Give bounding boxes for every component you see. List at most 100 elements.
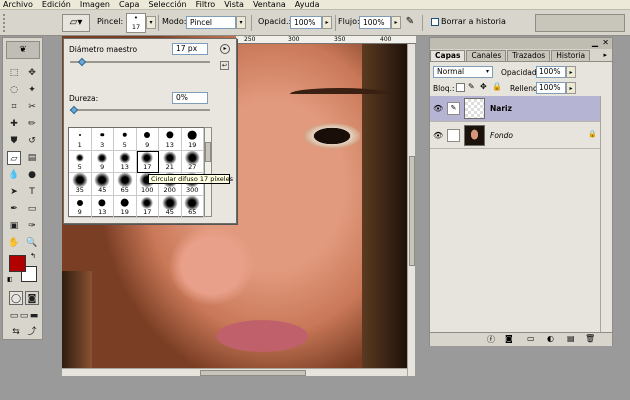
diameter-slider-knob[interactable] [77, 57, 87, 67]
lock-transparency-icon[interactable] [456, 83, 465, 92]
brush-grid-scroll-thumb[interactable] [205, 142, 211, 162]
brush-preview-button[interactable]: • 17 [126, 13, 146, 33]
lasso-icon[interactable]: ◌ [7, 83, 21, 97]
pen-icon[interactable]: ✒ [7, 202, 21, 216]
brush-preset[interactable]: 5 [114, 128, 137, 151]
add-mask-icon[interactable]: ◙ [505, 334, 513, 343]
menu-item[interactable]: Edición [42, 0, 71, 9]
brush-preset[interactable]: 21 [159, 150, 182, 173]
lock-image-icon[interactable]: ✎ [468, 82, 475, 91]
visibility-eye-icon[interactable]: 👁 [433, 104, 443, 113]
hardness-slider[interactable] [69, 105, 210, 115]
foreground-color-swatch[interactable] [9, 255, 26, 272]
opacity-arrow[interactable]: ▸ [322, 16, 332, 29]
brush-preset[interactable]: 13 [159, 128, 182, 151]
adobe-feather-icon[interactable]: ❦ [6, 41, 40, 59]
menu-item[interactable]: Vista [224, 0, 244, 9]
layers-scrollbar[interactable] [600, 96, 610, 332]
visibility-eye-icon[interactable]: 👁 [433, 131, 443, 140]
healing-brush-icon[interactable]: ✚ [7, 117, 21, 131]
swap-colors-icon[interactable]: ↰ [30, 252, 36, 260]
layer-row-nariz[interactable]: 👁 ✎ Nariz [430, 96, 600, 122]
standard-mode-icon[interactable]: ◯ [9, 291, 23, 305]
popup-menu-arrow-icon[interactable]: ▸ [220, 44, 230, 54]
tab-history[interactable]: Historia [551, 50, 591, 61]
layer-opacity-input[interactable]: 100% [536, 66, 566, 78]
path-selection-icon[interactable]: ➤ [7, 185, 21, 199]
new-layer-icon[interactable]: ▤ [567, 334, 575, 343]
panel-menu-arrow-icon[interactable]: ▸ [603, 51, 607, 59]
mode-dropdown-arrow[interactable]: ▾ [236, 16, 246, 29]
blur-icon[interactable]: 💧 [7, 168, 21, 182]
brush-preset[interactable]: 3 [91, 128, 114, 151]
mode-select[interactable]: Pincel [186, 16, 236, 29]
diameter-slider[interactable] [70, 57, 210, 67]
menu-item[interactable]: Archivo [3, 0, 33, 9]
fill-input[interactable]: 100% [536, 82, 566, 94]
brush-preset[interactable]: 9 [91, 150, 114, 173]
layer-link-box[interactable] [447, 129, 460, 142]
layer-style-icon[interactable]: ⓕ [487, 334, 495, 345]
brush-preset[interactable]: 13 [91, 195, 114, 218]
hand-icon[interactable]: ✋ [7, 236, 21, 250]
flow-arrow[interactable]: ▸ [391, 16, 401, 29]
tab-layers[interactable]: Capas [430, 50, 466, 61]
opacity-input[interactable]: 100% [290, 16, 322, 29]
brush-preset[interactable]: 65 [114, 172, 137, 196]
history-brush-icon[interactable]: ↺ [25, 134, 39, 148]
brush-preset[interactable]: 5 [69, 150, 92, 173]
minimize-icon[interactable]: ▁ [592, 38, 598, 47]
move-icon[interactable]: ✥ [25, 66, 39, 80]
master-diameter-input[interactable]: 17 px [172, 43, 208, 55]
airbrush-icon[interactable]: ✎ [404, 15, 416, 29]
horizontal-scrollbar[interactable] [62, 368, 407, 376]
trash-icon[interactable]: 🗑 [585, 334, 595, 343]
magic-wand-icon[interactable]: ✦ [25, 83, 39, 97]
brush-preset[interactable]: 65 [181, 195, 204, 218]
erase-history-checkbox[interactable] [431, 18, 439, 26]
layer-brush-indicator-icon[interactable]: ✎ [447, 102, 460, 115]
palette-well[interactable] [535, 14, 625, 32]
menu-item[interactable]: Ayuda [295, 0, 320, 9]
brush-preset[interactable]: 17 [136, 150, 159, 173]
fill-arrow[interactable]: ▸ [566, 82, 576, 94]
hardness-input[interactable]: 0% [172, 92, 208, 104]
menu-item[interactable]: Imagen [80, 0, 110, 9]
clone-stamp-icon[interactable]: ⛊ [7, 134, 21, 148]
brush-dropdown-arrow[interactable]: ▾ [146, 16, 156, 29]
blend-mode-arrow-icon[interactable]: ▾ [483, 67, 492, 77]
layer-row-fondo[interactable]: 👁 Fondo 🔒 [430, 123, 600, 149]
lock-position-icon[interactable]: ✥ [480, 82, 487, 91]
brush-preset[interactable]: 13 [114, 150, 137, 173]
screen-mode-full-icon[interactable]: ▬ [27, 309, 41, 323]
eyedropper-icon[interactable]: ✑ [25, 219, 39, 233]
default-colors-icon[interactable]: ◧ [7, 276, 13, 283]
vertical-scroll-thumb[interactable] [409, 156, 415, 266]
grip-handle[interactable] [3, 14, 7, 32]
notes-icon[interactable]: ▣ [7, 219, 21, 233]
brush-preset[interactable]: 17 [136, 195, 159, 218]
zoom-icon[interactable]: 🔍 [25, 236, 39, 250]
brush-preset[interactable]: 19 [181, 128, 204, 151]
close-icon[interactable]: ✕ [602, 38, 609, 47]
flow-input[interactable]: 100% [359, 16, 391, 29]
shape-icon[interactable]: ▭ [25, 202, 39, 216]
quick-mask-icon[interactable]: ◙ [25, 291, 39, 305]
layer-opacity-arrow[interactable]: ▸ [566, 66, 576, 78]
menu-item[interactable]: Capa [119, 0, 139, 9]
dodge-icon[interactable]: ● [25, 168, 39, 182]
gradient-icon[interactable]: ▤ [25, 151, 39, 165]
use-sample-size-icon[interactable]: ↩ [220, 61, 229, 70]
tab-channels[interactable]: Canales [466, 50, 507, 61]
eraser-tool-preset-icon[interactable]: ▱▾ [62, 14, 90, 32]
eraser-icon[interactable]: ▱ [7, 151, 21, 165]
vertical-scrollbar[interactable] [407, 36, 415, 376]
tab-paths[interactable]: Trazados [507, 50, 551, 61]
jump-icon[interactable]: ⤴ [25, 325, 39, 339]
brush-preset[interactable]: 45 [159, 195, 182, 218]
adjustment-layer-icon[interactable]: ◐ [547, 334, 554, 343]
horizontal-scroll-thumb[interactable] [200, 370, 306, 376]
type-icon[interactable]: T [25, 185, 39, 199]
slice-icon[interactable]: ✂ [25, 100, 39, 114]
marquee-icon[interactable]: ⬚ [7, 66, 21, 80]
